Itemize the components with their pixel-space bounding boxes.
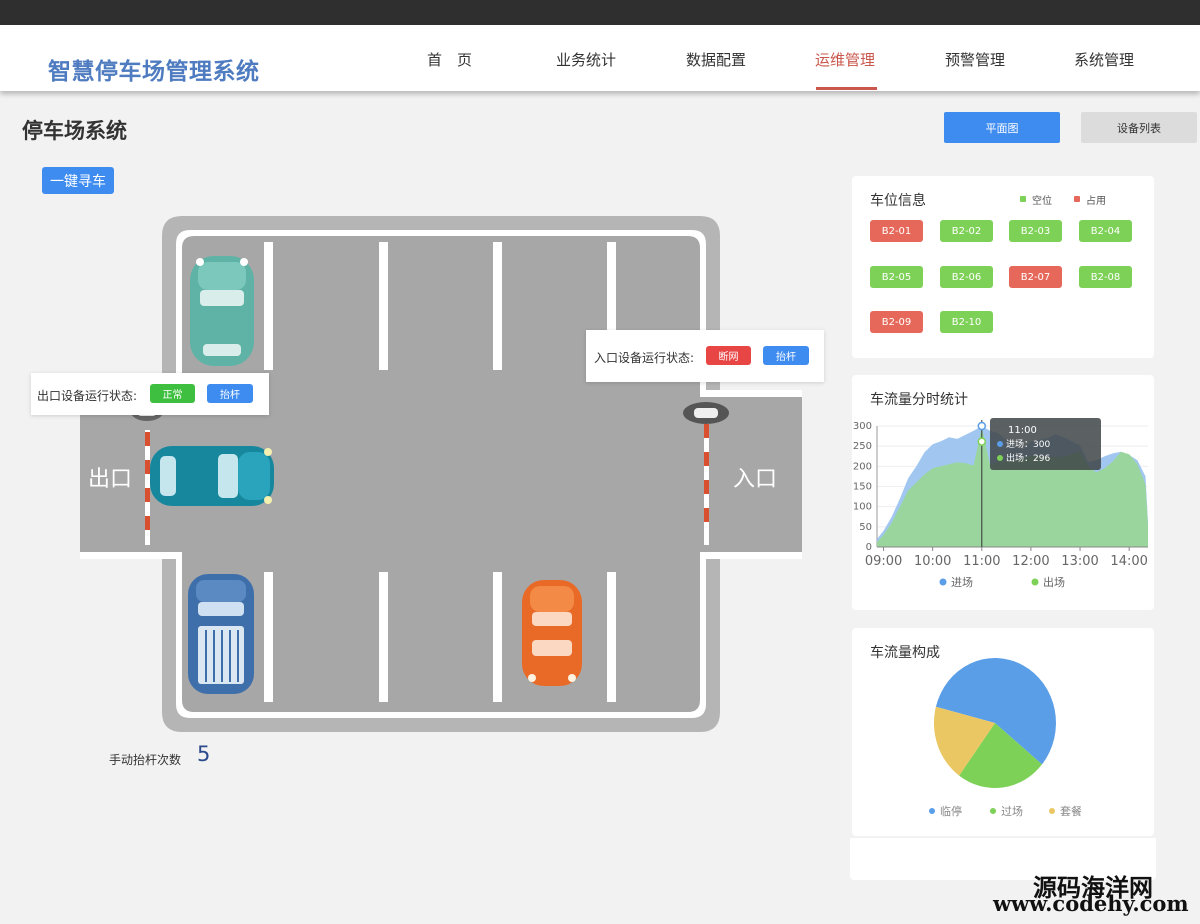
parking-slot[interactable]: B2-07 <box>1009 266 1062 288</box>
x-tick-label: 13:00 <box>1061 554 1098 569</box>
legend-free-swatch <box>1020 196 1026 202</box>
tooltip-out-text: 出场：296 <box>1006 452 1050 464</box>
parking-slot[interactable]: B2-02 <box>940 220 993 242</box>
chart-tooltip: 11:00 进场：300 出场：296 <box>990 418 1101 470</box>
legend-label[interactable]: 套餐 <box>1060 804 1082 818</box>
entry-lift-button[interactable]: 抬杆 <box>763 346 809 365</box>
y-tick-label: 200 <box>853 461 872 472</box>
entry-device-callout: 入口设备运行状态: 断网 抬杆 <box>586 330 824 382</box>
parking-space-title: 车位信息 <box>870 193 926 209</box>
tooltip-time: 11:00 <box>1008 425 1037 436</box>
entry-device-status-badge: 断网 <box>706 346 751 365</box>
data-point-out <box>977 437 987 446</box>
parking-space-card: 车位信息 空位 占用 B2-01 B2-02 B2-03 B2-04 B2-05 B2-0… <box>852 176 1154 358</box>
exit-device-status-label: 出口设备运行状态: <box>37 389 138 403</box>
app-title: 智慧停车场管理系统 <box>48 59 260 85</box>
nav-item-system[interactable]: 系统管理 <box>1074 49 1134 70</box>
car-cyan-exiting <box>150 446 274 506</box>
y-tick-label: 300 <box>853 421 872 432</box>
legend-occupied-label: 占用 <box>1086 196 1106 207</box>
legend-swatch <box>990 808 996 814</box>
tooltip-out-dot <box>997 455 1003 461</box>
legend-label[interactable]: 临停 <box>940 804 962 818</box>
entry-device-status-label: 入口设备运行状态: <box>594 351 695 365</box>
legend-swatch <box>939 578 947 586</box>
y-tick-label: 250 <box>853 441 872 452</box>
exit-device-status-badge: 正常 <box>150 384 195 403</box>
exit-lift-button[interactable]: 抬杆 <box>207 384 253 403</box>
car-orange-parked <box>522 580 582 686</box>
legend-swatch <box>1049 808 1055 814</box>
plan-view-button[interactable]: 平面图 <box>944 112 1060 143</box>
legend-swatch <box>929 808 935 814</box>
manual-lift-count-label: 手动抬杆次数 <box>109 753 182 767</box>
tooltip-in-dot <box>997 441 1003 447</box>
parking-slot[interactable]: B2-04 <box>1079 220 1132 242</box>
device-list-button[interactable]: 设备列表 <box>1081 112 1197 143</box>
exit-label: 出口 <box>88 467 132 492</box>
y-tick-label: 100 <box>853 502 872 513</box>
watermark-logo-url: www.codehy.com <box>993 891 1189 916</box>
legend-label[interactable]: 进场 <box>951 575 973 589</box>
nav-item-alerts[interactable]: 预警管理 <box>945 49 1005 70</box>
entry-label: 入口 <box>733 467 777 492</box>
browser-top-bar <box>0 0 1200 25</box>
find-car-button[interactable]: 一键寻车 <box>42 167 114 194</box>
parking-slot[interactable]: B2-10 <box>940 311 993 333</box>
legend-free-label: 空位 <box>1032 196 1052 207</box>
parking-slot[interactable]: B2-03 <box>1009 220 1062 242</box>
x-tick-label: 12:00 <box>1012 554 1049 569</box>
y-tick-label: 0 <box>866 542 872 553</box>
parking-slot[interactable]: B2-09 <box>870 311 923 333</box>
exit-device-callout: 出口设备运行状态: 正常 抬杆 <box>31 373 269 415</box>
legend-swatch <box>1031 578 1039 586</box>
x-tick-label: 11:00 <box>963 554 1000 569</box>
x-tick-label: 09:00 <box>865 554 902 569</box>
legend-label[interactable]: 出场 <box>1043 575 1065 589</box>
manual-lift-count-value: 5 <box>197 742 211 766</box>
hourly-traffic-chart: 0 50 100 150 200 250 300 09:00 10:00 11:00 12:00 13… <box>853 418 1148 589</box>
nav-item-home[interactable]: 首 页 <box>427 49 472 70</box>
car-blue-parked <box>188 574 254 694</box>
parking-lot-map: 出口 入口 <box>80 216 802 732</box>
car-teal-parked <box>190 256 254 366</box>
parking-slot[interactable]: B2-01 <box>870 220 923 242</box>
nav-item-business-stats[interactable]: 业务统计 <box>556 49 616 70</box>
x-tick-label: 10:00 <box>914 554 951 569</box>
nav-active-underline <box>816 87 877 90</box>
nav-item-data-config[interactable]: 数据配置 <box>686 49 746 70</box>
y-tick-label: 150 <box>853 482 872 493</box>
data-point-in <box>977 421 987 431</box>
legend-occupied-swatch <box>1074 196 1080 202</box>
parking-slot[interactable]: B2-06 <box>940 266 993 288</box>
hourly-traffic-card: 车流量分时统计 0 50 100 150 200 250 300 09:00 10:00 11:0… <box>852 375 1154 610</box>
nav-item-operations[interactable]: 运维管理 <box>815 49 875 70</box>
traffic-composition-card: 车流量构成 临停 过场 套餐 <box>852 628 1154 836</box>
app-header: 智慧停车场管理系统 首 页 业务统计 数据配置 运维管理 预警管理 系统管理 <box>0 25 1200 91</box>
tooltip-in-text: 进场：300 <box>1006 439 1050 450</box>
legend-label[interactable]: 过场 <box>1001 804 1023 818</box>
y-tick-label: 50 <box>859 522 872 533</box>
traffic-composition-chart: 临停 过场 套餐 <box>929 657 1082 818</box>
parking-slot[interactable]: B2-08 <box>1079 266 1132 288</box>
page-title: 停车场系统 <box>22 119 127 143</box>
parking-slot[interactable]: B2-05 <box>870 266 923 288</box>
x-tick-label: 14:00 <box>1110 554 1147 569</box>
